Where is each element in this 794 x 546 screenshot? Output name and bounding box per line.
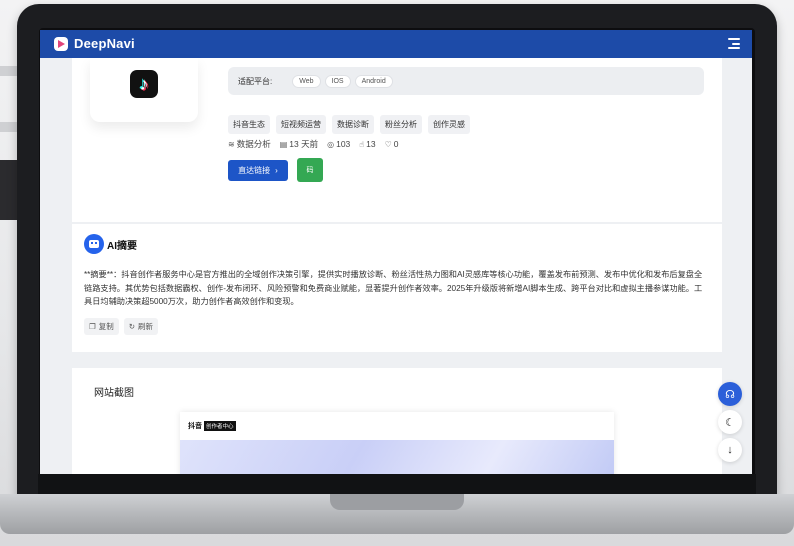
tag-list: 抖音生态 短视频运营 数据诊断 粉丝分析 创作灵感 <box>228 115 470 134</box>
platform-pill: Web <box>292 74 321 88</box>
ai-summary-header: AI摘要 <box>84 234 137 254</box>
site-logo[interactable]: DeepNavi <box>54 36 135 51</box>
robot-icon <box>84 234 104 254</box>
tag-item[interactable]: 粉丝分析 <box>380 115 422 134</box>
category-text: 数据分析 <box>236 139 271 149</box>
tool-detail-card: ♪ 适配平台: Web IOS Android 抖音生态 短视频运营 数据诊断 … <box>72 58 722 222</box>
preview-badge: 创作者中心 <box>204 421 236 431</box>
preview-header: 抖音 创作者中心 <box>180 412 614 440</box>
site-name: DeepNavi <box>74 36 135 51</box>
ai-summary-text: **摘要**：抖音创作者服务中心是官方推出的全域创作决策引擎，提供实时播放诊断、… <box>84 270 703 306</box>
ai-summary-actions: ❐ 复制 ↻ 刷新 <box>84 318 159 335</box>
tiktok-logo-icon: ♪ <box>130 70 158 98</box>
eye-icon: ◎ <box>327 139 335 149</box>
logo-icon <box>54 36 68 51</box>
hamburger-icon[interactable] <box>728 38 740 49</box>
visit-link-button[interactable]: 直达链接 › <box>228 160 288 181</box>
laptop-chin <box>38 474 756 496</box>
website-screenshot-card: 网站截图 抖音 创作者中心 <box>72 368 722 474</box>
platform-pill: IOS <box>324 74 351 88</box>
qr-code-label: 码 <box>306 167 314 174</box>
top-navbar: DeepNavi <box>40 30 752 58</box>
layers-icon: ≋ <box>228 139 235 149</box>
refresh-button[interactable]: ↻ 刷新 <box>123 318 159 335</box>
stats-row: ≋ 数据分析 ▤ 13 天前 ◎ 103 ☝ 13 ♡ 0 <box>228 138 399 150</box>
visit-link-label: 直达链接 <box>238 166 271 175</box>
thumbs-up-icon: ♡ <box>384 139 392 149</box>
refresh-label: 刷新 <box>138 322 154 331</box>
ai-summary-card: AI摘要 **摘要**：抖音创作者服务中心是官方推出的全域创作决策引擎，提供实时… <box>72 224 722 352</box>
tag-item[interactable]: 抖音生态 <box>228 115 270 134</box>
likes-stat[interactable]: ♡ 0 <box>385 138 399 150</box>
views-count: 103 <box>336 139 351 149</box>
tag-item[interactable]: 创作灵感 <box>428 115 470 134</box>
platform-pill: Android <box>354 74 393 88</box>
platform-label: 适配平台: <box>238 76 273 86</box>
pointer-icon: ☝ <box>359 139 365 149</box>
platform-bar: 适配平台: Web IOS Android <box>228 67 704 95</box>
browser-screen: DeepNavi ♪ 适配平台: Web IOS Android 抖音生态 短视… <box>40 30 752 474</box>
category-stat[interactable]: ≋ 数据分析 <box>228 138 271 150</box>
tag-item[interactable]: 短视频运营 <box>276 115 326 134</box>
support-icon[interactable]: ☊ <box>718 382 742 406</box>
ai-summary-title: AI摘要 <box>107 240 137 252</box>
tag-item[interactable]: 数据诊断 <box>332 115 374 134</box>
laptop-notch <box>330 494 464 510</box>
preview-hero <box>180 440 614 474</box>
clicks-stat: ☝ 13 <box>359 138 375 150</box>
arrow-down-icon[interactable]: ↓ <box>718 438 742 462</box>
copy-label: 复制 <box>98 322 114 331</box>
copy-button[interactable]: ❐ 复制 <box>84 318 119 335</box>
section-title: 网站截图 <box>94 388 134 399</box>
views-stat: ◎ 103 <box>327 138 350 150</box>
likes-count: 0 <box>393 139 399 149</box>
copy-icon: ❐ <box>89 322 96 331</box>
updated-text: 13 天前 <box>289 139 319 149</box>
moon-icon[interactable]: ☾ <box>718 410 742 434</box>
app-icon-frame: ♪ <box>90 58 198 122</box>
clicks-count: 13 <box>366 139 376 149</box>
calendar-icon: ▤ <box>279 139 288 149</box>
qr-code-button[interactable]: 码 <box>297 158 323 182</box>
refresh-icon: ↻ <box>128 322 136 331</box>
chevron-right-icon: › <box>275 166 278 175</box>
preview-brand: 抖音 <box>188 423 202 430</box>
updated-stat: ▤ 13 天前 <box>280 138 318 150</box>
website-screenshot-image[interactable]: 抖音 创作者中心 <box>180 412 614 474</box>
